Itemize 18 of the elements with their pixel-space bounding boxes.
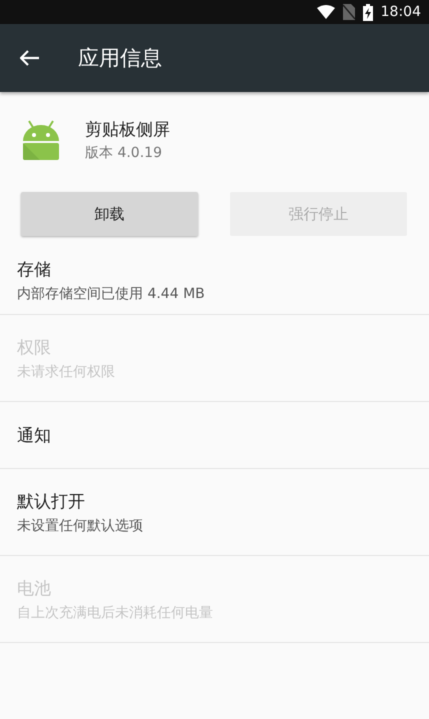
item-summary: 未设置任何默认选项 (17, 516, 144, 534)
item-title: 默认打开 (17, 490, 86, 512)
android-robot-icon (20, 119, 62, 161)
wifi-icon (316, 5, 335, 19)
settings-item[interactable]: 默认打开 未设置任何默认选项 (0, 469, 429, 556)
action-button[interactable]: 卸载 (21, 192, 198, 236)
app-name: 剪贴板侧屏 (85, 119, 170, 141)
screen-title: 应用信息 (78, 45, 162, 72)
clock-time: 18:04 (380, 4, 421, 20)
item-title: 通知 (17, 424, 52, 446)
item-title: 存储 (17, 258, 52, 280)
item-summary: 内部存储空间已使用 4.44 MB (17, 284, 206, 302)
settings-item[interactable]: 通知 (0, 402, 429, 469)
settings-item[interactable]: 存储 内部存储空间已使用 4.44 MB (0, 236, 429, 315)
no-sim-icon (342, 4, 355, 20)
back-arrow-icon (20, 50, 40, 66)
app-version: 版本 4.0.19 (85, 144, 163, 162)
battery-charging-icon (362, 4, 373, 20)
